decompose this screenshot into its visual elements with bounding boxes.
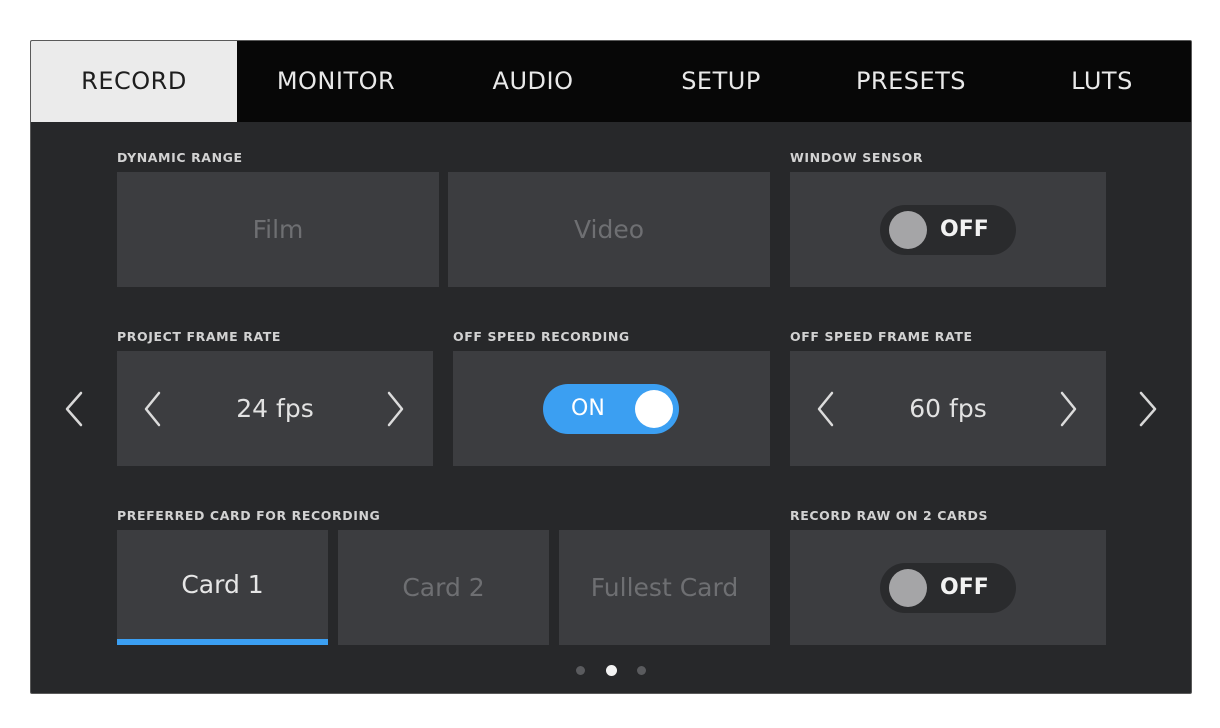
toggle-knob (635, 390, 673, 428)
menu-tab-bar: RECORD MONITOR AUDIO SETUP PRESETS LUTS (31, 41, 1191, 122)
chevron-left-icon[interactable] (814, 389, 836, 429)
page-prev-chevron-icon[interactable] (61, 389, 85, 429)
chevron-right-icon[interactable] (385, 389, 407, 429)
off-speed-recording-label: OFF SPEED RECORDING (453, 329, 630, 344)
record-raw-two-cards-label: RECORD RAW ON 2 CARDS (790, 508, 989, 523)
page-next-chevron-icon[interactable] (1137, 389, 1161, 429)
camera-settings-screen: RECORD MONITOR AUDIO SETUP PRESETS LUTS … (30, 40, 1192, 694)
toggle-state-text: OFF (940, 217, 989, 242)
toggle-state-text: OFF (940, 575, 989, 600)
tab-setup[interactable]: SETUP (631, 41, 811, 122)
project-frame-rate-label: PROJECT FRAME RATE (117, 329, 282, 344)
fullest-card-text: Fullest Card (590, 573, 739, 602)
dynamic-range-film-button[interactable]: Film (117, 172, 439, 287)
tab-luts[interactable]: LUTS (1011, 41, 1191, 122)
card-2-button[interactable]: Card 2 (338, 530, 549, 645)
card-1-text: Card 1 (181, 570, 264, 599)
record-raw-two-cards-panel: OFF (790, 530, 1106, 645)
tab-monitor[interactable]: MONITOR (237, 41, 435, 122)
record-raw-two-cards-toggle[interactable]: OFF (880, 563, 1016, 613)
dynamic-range-video-button[interactable]: Video (448, 172, 770, 287)
toggle-state-text: ON (571, 396, 605, 421)
project-frame-rate-stepper: 24 fps (117, 351, 433, 466)
tab-audio[interactable]: AUDIO (435, 41, 631, 122)
page-dot-2-active[interactable] (606, 665, 617, 676)
off-speed-frame-rate-stepper: 60 fps (790, 351, 1106, 466)
card-2-text: Card 2 (402, 573, 485, 602)
off-speed-recording-panel: ON (453, 351, 770, 466)
video-option-text: Video (573, 215, 645, 244)
off-speed-recording-toggle[interactable]: ON (543, 384, 679, 434)
film-option-text: Film (252, 215, 304, 244)
window-sensor-panel: OFF (790, 172, 1106, 287)
off-speed-frame-rate-label: OFF SPEED FRAME RATE (790, 329, 973, 344)
dynamic-range-label: DYNAMIC RANGE (117, 150, 243, 165)
toggle-knob (889, 569, 927, 607)
window-sensor-toggle[interactable]: OFF (880, 205, 1016, 255)
toggle-knob (889, 211, 927, 249)
chevron-right-icon[interactable] (1058, 389, 1080, 429)
page-dot-1[interactable] (576, 666, 585, 675)
card-1-button[interactable]: Card 1 (117, 530, 328, 645)
fullest-card-button[interactable]: Fullest Card (559, 530, 770, 645)
preferred-card-label: PREFERRED CARD FOR RECORDING (117, 508, 381, 523)
chevron-left-icon[interactable] (141, 389, 163, 429)
window-sensor-label: WINDOW SENSOR (790, 150, 924, 165)
tab-presets[interactable]: PRESETS (811, 41, 1011, 122)
page-dot-3[interactable] (637, 666, 646, 675)
tab-record[interactable]: RECORD (31, 41, 237, 122)
